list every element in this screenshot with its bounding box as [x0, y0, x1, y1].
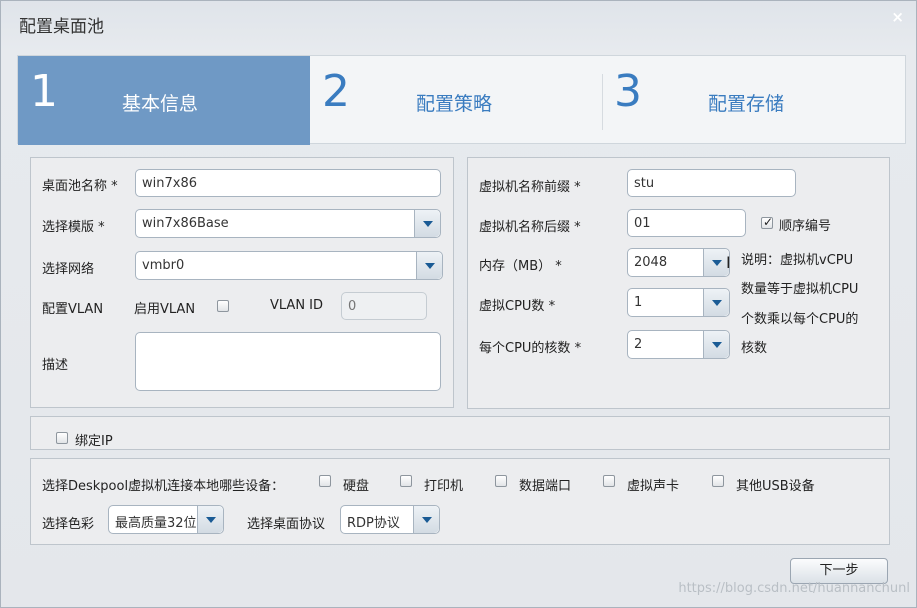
- sequential-number-checkbox[interactable]: [761, 215, 773, 229]
- sequential-number-label: 顺序编号: [779, 219, 832, 234]
- step-config-policy[interactable]: 2 配置策略: [310, 56, 602, 145]
- step-number: 3: [614, 66, 642, 117]
- dialog-title: 配置桌面池: [19, 17, 104, 37]
- color-value: 最高质量32位: [115, 516, 197, 531]
- step-label: 基本信息: [122, 93, 199, 115]
- step-label: 配置存储: [708, 93, 785, 115]
- enable-vlan-label: 启用VLAN: [134, 302, 196, 317]
- template-label: 选择模版 *: [42, 220, 105, 235]
- close-icon[interactable]: ×: [891, 8, 904, 26]
- vm-suffix-input[interactable]: [627, 209, 746, 237]
- cpu-note-line-4: 核数: [741, 341, 768, 356]
- chevron-down-icon[interactable]: [703, 289, 729, 316]
- network-value: vmbr0: [142, 258, 185, 273]
- step-number: 1: [30, 66, 58, 117]
- chevron-down-icon[interactable]: [416, 252, 442, 279]
- vm-suffix-label: 虚拟机名称后缀 *: [479, 220, 581, 235]
- cpu-note-line-2: 数量等于虚拟机CPU: [741, 282, 859, 297]
- device-sound-card-label: 虚拟声卡: [627, 479, 680, 494]
- cpu-count-select[interactable]: 1: [627, 288, 730, 317]
- cores-per-cpu-select[interactable]: 2: [627, 330, 730, 359]
- color-select[interactable]: 最高质量32位: [108, 505, 224, 534]
- network-select[interactable]: vmbr0: [135, 251, 443, 280]
- step-number: 2: [322, 66, 350, 117]
- bind-ip-checkbox[interactable]: [56, 432, 68, 444]
- description-label: 描述: [42, 358, 69, 373]
- pool-name-label: 桌面池名称 *: [42, 179, 118, 194]
- device-sound-card-checkbox[interactable]: [603, 475, 615, 487]
- cores-per-cpu-label: 每个CPU的核数 *: [479, 341, 582, 356]
- local-devices-panel: 选择Deskpool虚拟机连接本地哪些设备： 硬盘 打印机 数据端口 虚拟声卡 …: [30, 458, 890, 545]
- bind-ip-panel: 绑定IP: [30, 416, 890, 450]
- vlan-id-input[interactable]: [341, 292, 427, 320]
- device-printer-label: 打印机: [424, 479, 464, 494]
- chevron-down-icon[interactable]: [414, 210, 440, 237]
- device-data-port-checkbox[interactable]: [495, 475, 507, 487]
- chevron-down-icon[interactable]: [413, 506, 439, 533]
- description-textarea[interactable]: [135, 332, 441, 391]
- device-data-port-label: 数据端口: [519, 479, 572, 494]
- devices-prompt: 选择Deskpool虚拟机连接本地哪些设备：: [42, 479, 285, 494]
- title-bar: 配置桌面池 ×: [1, 1, 916, 45]
- step-config-storage[interactable]: 3 配置存储: [602, 56, 894, 145]
- cpu-note-line-1: 说明：虚拟机vCPU: [741, 253, 854, 268]
- device-disk-label: 硬盘: [343, 479, 370, 494]
- memory-value: 2048: [634, 255, 668, 270]
- cores-value: 2: [634, 337, 643, 352]
- device-printer-checkbox[interactable]: [400, 475, 412, 487]
- pool-name-input[interactable]: [135, 169, 441, 197]
- enable-vlan-checkbox[interactable]: [217, 300, 229, 312]
- chevron-down-icon[interactable]: [703, 331, 729, 358]
- basic-info-panel: 桌面池名称 * 选择模版 * win7x86Base 选择网络 vmbr0 配置…: [30, 157, 454, 408]
- step-basic-info[interactable]: 1 基本信息: [18, 56, 310, 145]
- template-select[interactable]: win7x86Base: [135, 209, 441, 238]
- network-label: 选择网络: [42, 262, 95, 277]
- vm-settings-panel: 虚拟机名称前缀 * 虚拟机名称后缀 * 顺序编号 内存（MB） * 2048 虚…: [467, 157, 890, 409]
- config-desktop-pool-dialog: 配置桌面池 × 1 基本信息 2 配置策略 3 配置存储 桌面池名称 * 选择模…: [0, 0, 917, 608]
- template-value: win7x86Base: [142, 216, 229, 231]
- protocol-label: 选择桌面协议: [247, 517, 326, 532]
- bind-ip-label: 绑定IP: [75, 434, 113, 449]
- vlan-label: 配置VLAN: [42, 302, 104, 317]
- device-usb-label: 其他USB设备: [736, 479, 815, 494]
- color-label: 选择色彩: [42, 517, 95, 532]
- protocol-select[interactable]: RDP协议: [340, 505, 440, 534]
- memory-select[interactable]: 2048: [627, 248, 730, 277]
- cpu-note-line-3: 个数乘以每个CPU的: [741, 312, 859, 327]
- vm-prefix-input[interactable]: [627, 169, 796, 197]
- cpu-count-value: 1: [634, 295, 643, 310]
- wizard-steps: 1 基本信息 2 配置策略 3 配置存储: [17, 55, 906, 145]
- text-cursor-icon: I: [726, 253, 731, 272]
- device-usb-checkbox[interactable]: [712, 475, 724, 487]
- memory-label: 内存（MB） *: [479, 259, 562, 274]
- vm-prefix-label: 虚拟机名称前缀 *: [479, 180, 581, 195]
- vlan-id-label: VLAN ID: [270, 298, 324, 313]
- protocol-value: RDP协议: [347, 516, 400, 531]
- step-label: 配置策略: [416, 93, 493, 115]
- device-disk-checkbox[interactable]: [319, 475, 331, 487]
- chevron-down-icon[interactable]: [197, 506, 223, 533]
- watermark: https://blog.csdn.net/huannanchunl: [678, 581, 910, 596]
- cpu-count-label: 虚拟CPU数 *: [479, 299, 556, 314]
